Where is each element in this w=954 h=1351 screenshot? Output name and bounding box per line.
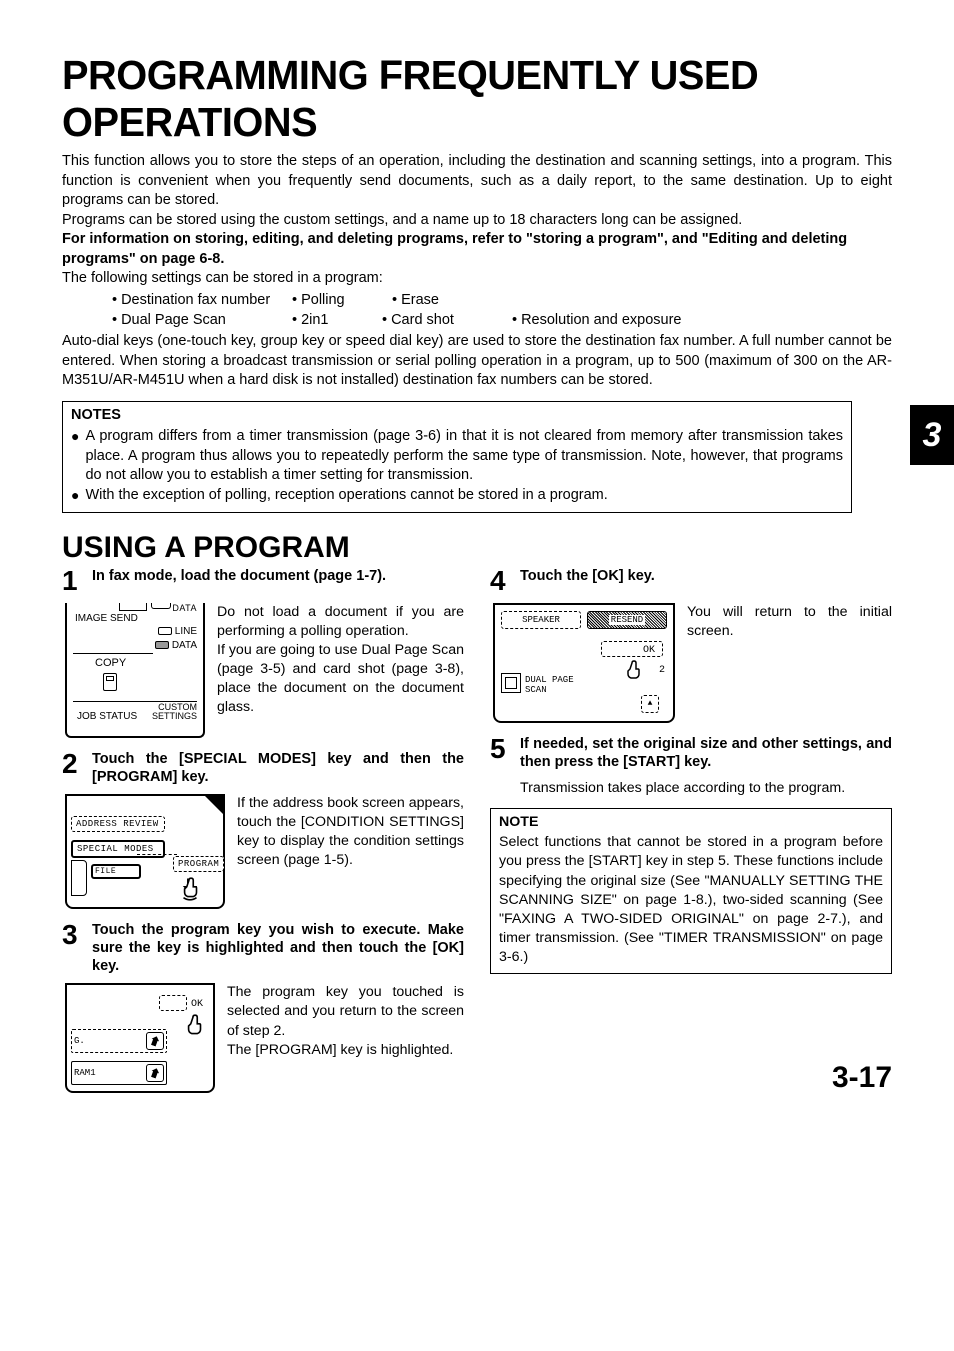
corner-fold-icon xyxy=(203,794,225,816)
intro-p1: This function allows you to store the st… xyxy=(62,152,892,211)
two-label: 2 xyxy=(659,665,665,676)
hand-pointer-icon xyxy=(177,876,203,902)
intro-p5: Auto-dial keys (one-touch key, group key… xyxy=(62,332,892,391)
bullet-icon: ● xyxy=(71,427,79,486)
step-1-text: Do not load a document if you are perfor… xyxy=(217,603,464,738)
data-label: DATA xyxy=(172,640,197,651)
step-title: Touch the [SPECIAL MODES] key and then t… xyxy=(92,750,464,786)
page-title: PROGRAMMING FREQUENTLY USED OPERATIONS xyxy=(62,52,867,146)
up-arrow-icon xyxy=(641,695,659,713)
copy-label: COPY xyxy=(95,657,126,669)
custom-settings-label: CUSTOM SETTINGS xyxy=(152,703,197,721)
notes-heading: NOTES xyxy=(71,406,843,426)
left-column: 1 In fax mode, load the document (page 1… xyxy=(62,567,464,1106)
intro-p4: The following settings can be stored in … xyxy=(62,269,892,289)
phone-icon xyxy=(146,1032,164,1050)
section-title: USING A PROGRAM xyxy=(62,531,892,565)
address-review-button: ADDRESS REVIEW xyxy=(71,816,165,832)
two-column-layout: 1 In fax mode, load the document (page 1… xyxy=(62,567,892,1106)
intro-p3: For information on storing, editing, and… xyxy=(62,230,892,269)
step-title: If needed, set the original size and oth… xyxy=(520,735,892,771)
step-2-body: ADDRESS REVIEW SPECIAL MODES FILE PROGRA… xyxy=(65,794,464,909)
step-1-graphic: DATA IMAGE SEND LINE DATA COPY JOB STATU… xyxy=(65,603,205,738)
step-title: Touch the program key you wish to execut… xyxy=(92,921,464,975)
image-send-label: IMAGE SEND xyxy=(75,613,138,624)
note-text: A program differs from a timer transmiss… xyxy=(85,427,843,486)
dual-page-scan-label: DUAL PAGE SCAN xyxy=(525,675,574,695)
program-row: G. xyxy=(71,1029,167,1053)
setting-item: Polling xyxy=(301,291,345,311)
chapter-tab: 3 xyxy=(910,405,954,465)
page-number: 3-17 xyxy=(832,1061,892,1095)
step-3-text: The program key you touched is selected … xyxy=(227,983,464,1093)
special-modes-button: SPECIAL MODES xyxy=(71,840,165,858)
notes-box: NOTES ●A program differs from a timer tr… xyxy=(62,401,852,513)
setting-item: Erase xyxy=(401,291,439,311)
setting-item: Destination fax number xyxy=(121,291,270,311)
step-5-header: 5 If needed, set the original size and o… xyxy=(490,735,892,771)
job-status-label: JOB STATUS xyxy=(77,711,137,722)
setting-item: Dual Page Scan xyxy=(121,311,226,331)
step-4-text: You will return to the initial screen. xyxy=(687,603,892,723)
step-2-text: If the address book screen appears, touc… xyxy=(237,794,464,909)
line-label: LINE xyxy=(175,626,197,637)
page-icon xyxy=(103,673,117,691)
resend-button: RESEND xyxy=(587,611,667,629)
step-3-body: OK G. RAM1 The program key you touched i… xyxy=(65,983,464,1093)
step-4-header: 4 Touch the [OK] key. xyxy=(490,567,892,595)
step-2-graphic: ADDRESS REVIEW SPECIAL MODES FILE PROGRA… xyxy=(65,794,225,909)
ok-label: OK xyxy=(643,645,655,656)
step-3-graphic: OK G. RAM1 xyxy=(65,983,215,1093)
step-1-body: DATA IMAGE SEND LINE DATA COPY JOB STATU… xyxy=(65,603,464,738)
step-5-subtext: Transmission takes place according to th… xyxy=(520,779,892,798)
note-heading: NOTE xyxy=(499,813,883,832)
step-title: In fax mode, load the document (page 1-7… xyxy=(92,567,386,595)
step-number: 1 xyxy=(62,567,92,595)
setting-item: Resolution and exposure xyxy=(521,311,681,331)
setting-item: Card shot xyxy=(391,311,454,331)
settings-list: •Destination fax number •Polling •Erase … xyxy=(112,291,892,330)
right-column: 4 Touch the [OK] key. SPEAKER RESEND OK … xyxy=(490,567,892,1106)
bullet-icon: ● xyxy=(71,486,79,506)
data-label: DATA xyxy=(172,603,197,613)
note-body: Select functions that cannot be stored i… xyxy=(499,833,883,967)
intro-block: This function allows you to store the st… xyxy=(62,152,892,391)
note-text: With the exception of polling, reception… xyxy=(85,486,843,506)
tab-icon xyxy=(71,860,87,896)
step-1-header: 1 In fax mode, load the document (page 1… xyxy=(62,567,464,595)
step-number: 4 xyxy=(490,567,520,595)
program-row: RAM1 xyxy=(71,1061,167,1085)
intro-p2: Programs can be stored using the custom … xyxy=(62,211,892,231)
manual-page: 3 PROGRAMMING FREQUENTLY USED OPERATIONS… xyxy=(0,0,954,1135)
phone-icon xyxy=(146,1064,164,1082)
note-box: NOTE Select functions that cannot be sto… xyxy=(490,808,892,974)
step-2-header: 2 Touch the [SPECIAL MODES] key and then… xyxy=(62,750,464,786)
setting-item: 2in1 xyxy=(301,311,328,331)
step-title: Touch the [OK] key. xyxy=(520,567,655,595)
step-number: 3 xyxy=(62,921,92,975)
document-icon xyxy=(501,673,521,693)
program-button: PROGRAM xyxy=(173,856,224,872)
step-4-body: SPEAKER RESEND OK 2 DUAL PAGE SCAN You w… xyxy=(493,603,892,723)
file-button: FILE xyxy=(91,864,141,879)
hand-pointer-icon xyxy=(181,1013,207,1039)
speaker-button: SPEAKER xyxy=(501,611,581,629)
step-4-graphic: SPEAKER RESEND OK 2 DUAL PAGE SCAN xyxy=(493,603,675,723)
ok-label: OK xyxy=(191,999,203,1010)
step-3-header: 3 Touch the program key you wish to exec… xyxy=(62,921,464,975)
step-number: 5 xyxy=(490,735,520,771)
step-number: 2 xyxy=(62,750,92,786)
hand-pointer-icon xyxy=(621,659,645,683)
